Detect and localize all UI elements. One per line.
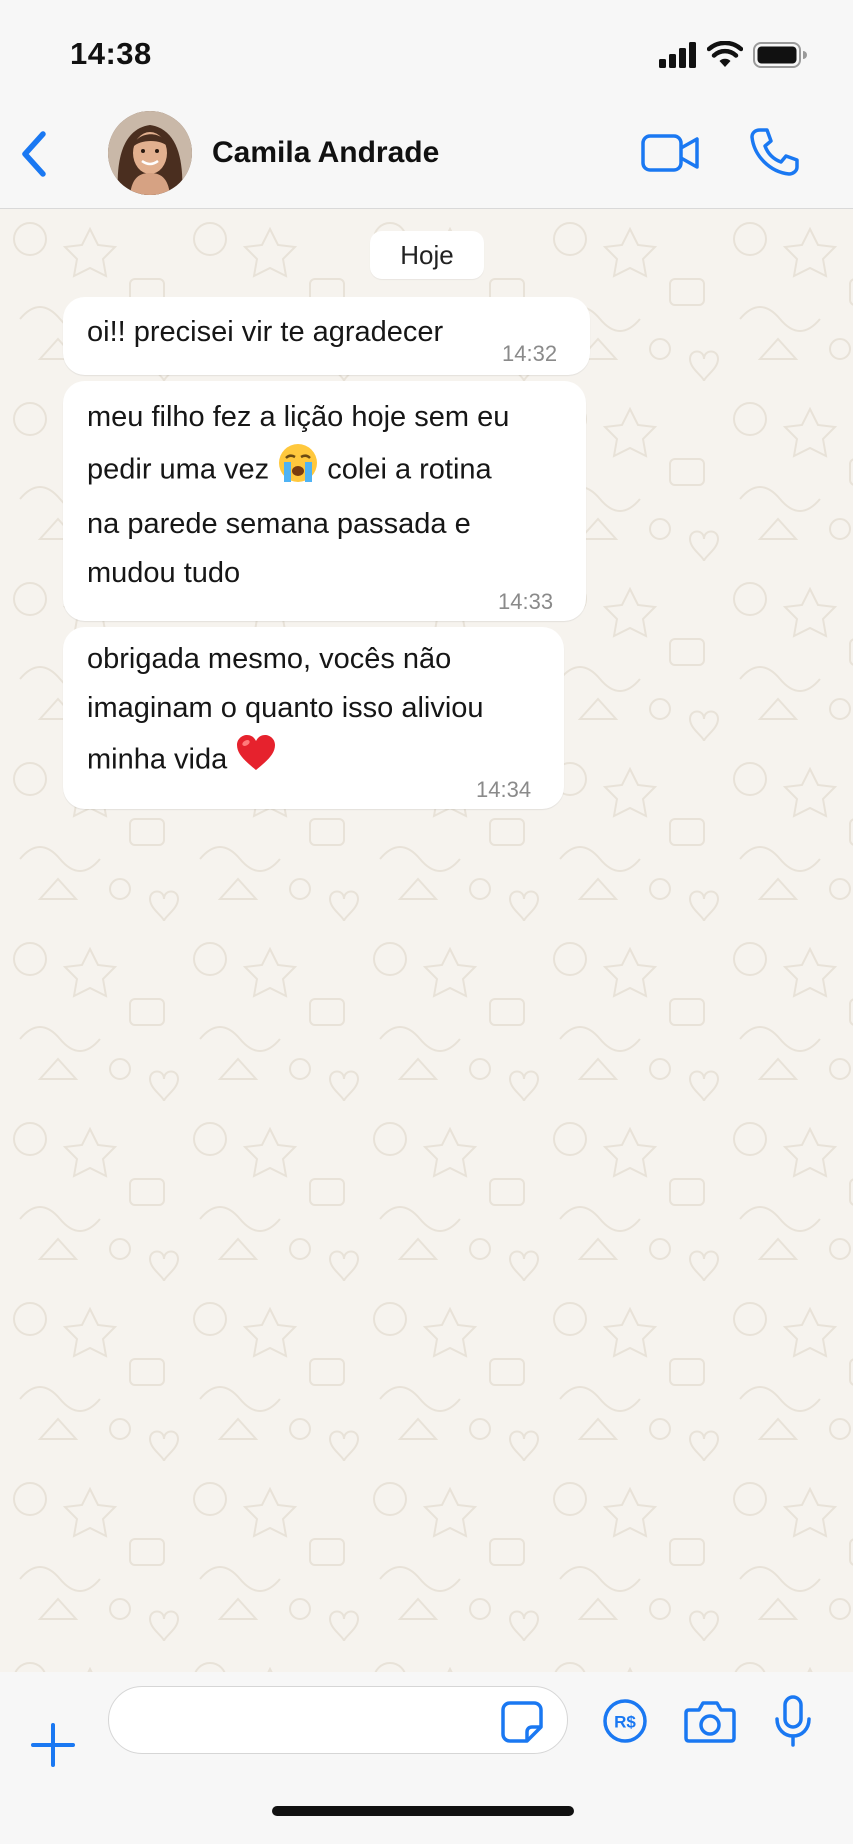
message-text: meu filho fez a lição hoje sem eu pedir … bbox=[87, 393, 509, 598]
chat-area[interactable]: Hoje oi!! precisei vir te agradecer 14:3… bbox=[0, 209, 853, 1672]
status-time: 14:38 bbox=[70, 36, 152, 71]
status-icons bbox=[659, 40, 807, 70]
home-indicator[interactable] bbox=[272, 1806, 574, 1816]
loudly-crying-face-icon bbox=[277, 442, 319, 500]
video-camera-icon bbox=[641, 134, 699, 172]
message-bubble[interactable]: obrigada mesmo, vocês não imaginam o qua… bbox=[63, 627, 564, 809]
avatar[interactable] bbox=[108, 111, 192, 195]
red-heart-icon bbox=[235, 733, 277, 789]
message-text: oi!! precisei vir te agradecer bbox=[87, 316, 444, 348]
back-button[interactable] bbox=[14, 128, 54, 180]
sticker-button[interactable] bbox=[500, 1700, 544, 1744]
status-bar: 14:38 bbox=[0, 0, 853, 100]
message-time: 14:34 bbox=[476, 777, 532, 802]
composer-bar: R$ bbox=[0, 1672, 853, 1844]
chat-header: Camila Andrade bbox=[0, 100, 853, 209]
cellular-signal-icon bbox=[659, 42, 696, 68]
attach-button[interactable] bbox=[30, 1722, 76, 1768]
svg-text:R$: R$ bbox=[614, 1713, 636, 1732]
voice-call-button[interactable] bbox=[748, 126, 800, 178]
plus-icon bbox=[31, 1723, 75, 1767]
message-bubble[interactable]: oi!! precisei vir te agradecer 14:32 bbox=[63, 297, 590, 375]
date-separator: Hoje bbox=[370, 231, 484, 279]
payment-button[interactable]: R$ bbox=[602, 1698, 648, 1744]
sticker-icon bbox=[501, 1701, 543, 1743]
message-bubble[interactable]: meu filho fez a lição hoje sem eu pedir … bbox=[63, 381, 586, 621]
microphone-icon bbox=[775, 1695, 811, 1747]
contact-name[interactable]: Camila Andrade bbox=[212, 136, 439, 170]
camera-button[interactable] bbox=[684, 1698, 736, 1744]
message-time: 14:32 bbox=[502, 341, 558, 366]
battery-icon bbox=[753, 42, 807, 68]
message-time: 14:33 bbox=[498, 589, 554, 614]
wifi-icon bbox=[707, 41, 743, 67]
microphone-button[interactable] bbox=[772, 1694, 814, 1748]
phone-icon bbox=[750, 128, 799, 176]
message-text-part: obrigada mesmo, vocês não imaginam o qua… bbox=[87, 643, 484, 776]
chevron-left-icon bbox=[22, 131, 46, 177]
video-call-button[interactable] bbox=[640, 130, 702, 176]
avatar-image bbox=[108, 111, 192, 195]
message-input[interactable] bbox=[108, 1686, 568, 1754]
message-text: obrigada mesmo, vocês não imaginam o qua… bbox=[87, 635, 484, 789]
brl-currency-icon: R$ bbox=[603, 1699, 647, 1743]
camera-icon bbox=[684, 1701, 736, 1743]
